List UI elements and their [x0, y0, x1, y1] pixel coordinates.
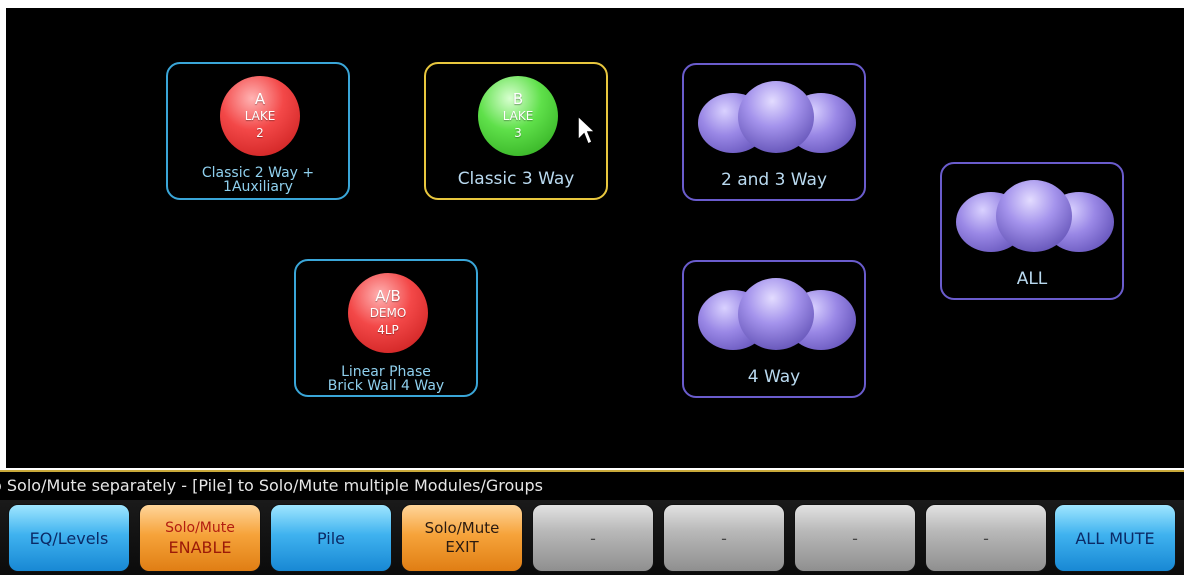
module-a-indicator[interactable]: A LAKE 2: [220, 76, 300, 156]
eq-levels-button[interactable]: EQ/Levels: [8, 504, 130, 572]
module-ab-letter: A/B: [375, 287, 401, 305]
module-ab-indicator[interactable]: A/B DEMO 4LP: [348, 273, 428, 353]
group-tile-2-and-3-way[interactable]: 2 and 3 Way: [682, 63, 866, 201]
module-a-letter: A: [254, 90, 266, 108]
all-mute-label: ALL MUTE: [1075, 528, 1155, 548]
soft-button-bar: EQ/Levels Solo/Mute ENABLE Pile Solo/Mut…: [0, 500, 1184, 575]
empty-soft-button-label: -: [590, 528, 596, 548]
empty-soft-button-2[interactable]: -: [663, 504, 785, 572]
solo-mute-exit-sublabel: EXIT: [445, 538, 479, 556]
eq-levels-label: EQ/Levels: [29, 528, 109, 548]
empty-soft-button-1[interactable]: -: [532, 504, 654, 572]
module-tile-a[interactable]: A LAKE 2 Classic 2 Way + 1Auxiliary: [166, 62, 350, 200]
module-b-letter: B: [512, 90, 524, 108]
module-ab-label: Linear Phase: [341, 364, 431, 380]
empty-soft-button-label: -: [721, 528, 727, 548]
empty-soft-button-label: -: [852, 528, 858, 548]
module-a-label: Classic 2 Way +: [201, 165, 315, 181]
empty-soft-button-4[interactable]: -: [925, 504, 1047, 572]
pile-button[interactable]: Pile: [270, 504, 392, 572]
module-tile-ab[interactable]: A/B DEMO 4LP Linear Phase Brick Wall 4 W…: [294, 259, 478, 397]
group-4-way-label: 4 Way: [747, 367, 801, 387]
pile-label: Pile: [316, 528, 346, 548]
empty-soft-button-label: -: [983, 528, 989, 548]
group-tile-4-way[interactable]: 4 Way: [682, 260, 866, 398]
solo-mute-enable-label: Solo/Mute: [165, 520, 235, 536]
status-message-bar: o Solo/Mute separately - [Pile] to Solo/…: [0, 470, 1184, 500]
solo-mute-exit-label: Solo/Mute: [424, 519, 500, 537]
module-a-number: 2: [256, 126, 264, 140]
module-view: A LAKE 2 Classic 2 Way + 1Auxiliary B LA…: [6, 8, 1184, 468]
module-ab-type: DEMO: [369, 306, 407, 320]
module-a-label-line2: 1Auxiliary: [223, 179, 293, 195]
module-b-indicator[interactable]: B LAKE 3: [478, 76, 558, 156]
module-b-type: LAKE: [502, 109, 534, 123]
group-all-label: ALL: [1016, 269, 1048, 289]
group-blob-icon: [694, 276, 858, 354]
module-b-label: Classic 3 Way: [457, 169, 575, 189]
module-b-number: 3: [514, 126, 522, 140]
group-tile-all[interactable]: ALL: [940, 162, 1124, 300]
module-ab-number: 4LP: [377, 323, 399, 337]
group-blob-icon: [694, 79, 858, 157]
group-2-and-3-way-label: 2 and 3 Way: [720, 170, 828, 190]
empty-soft-button-3[interactable]: -: [794, 504, 916, 572]
group-blob-icon: [952, 178, 1116, 256]
all-mute-button[interactable]: ALL MUTE: [1054, 504, 1176, 572]
solo-mute-enable-button[interactable]: Solo/Mute ENABLE: [139, 504, 261, 572]
solo-mute-exit-button[interactable]: Solo/Mute EXIT: [401, 504, 523, 572]
solo-mute-enable-sublabel: ENABLE: [168, 538, 232, 557]
mouse-cursor-icon: [577, 114, 596, 146]
status-message: o Solo/Mute separately - [Pile] to Solo/…: [0, 476, 543, 495]
module-a-type: LAKE: [244, 109, 276, 123]
module-ab-label-line2: Brick Wall 4 Way: [327, 378, 445, 394]
